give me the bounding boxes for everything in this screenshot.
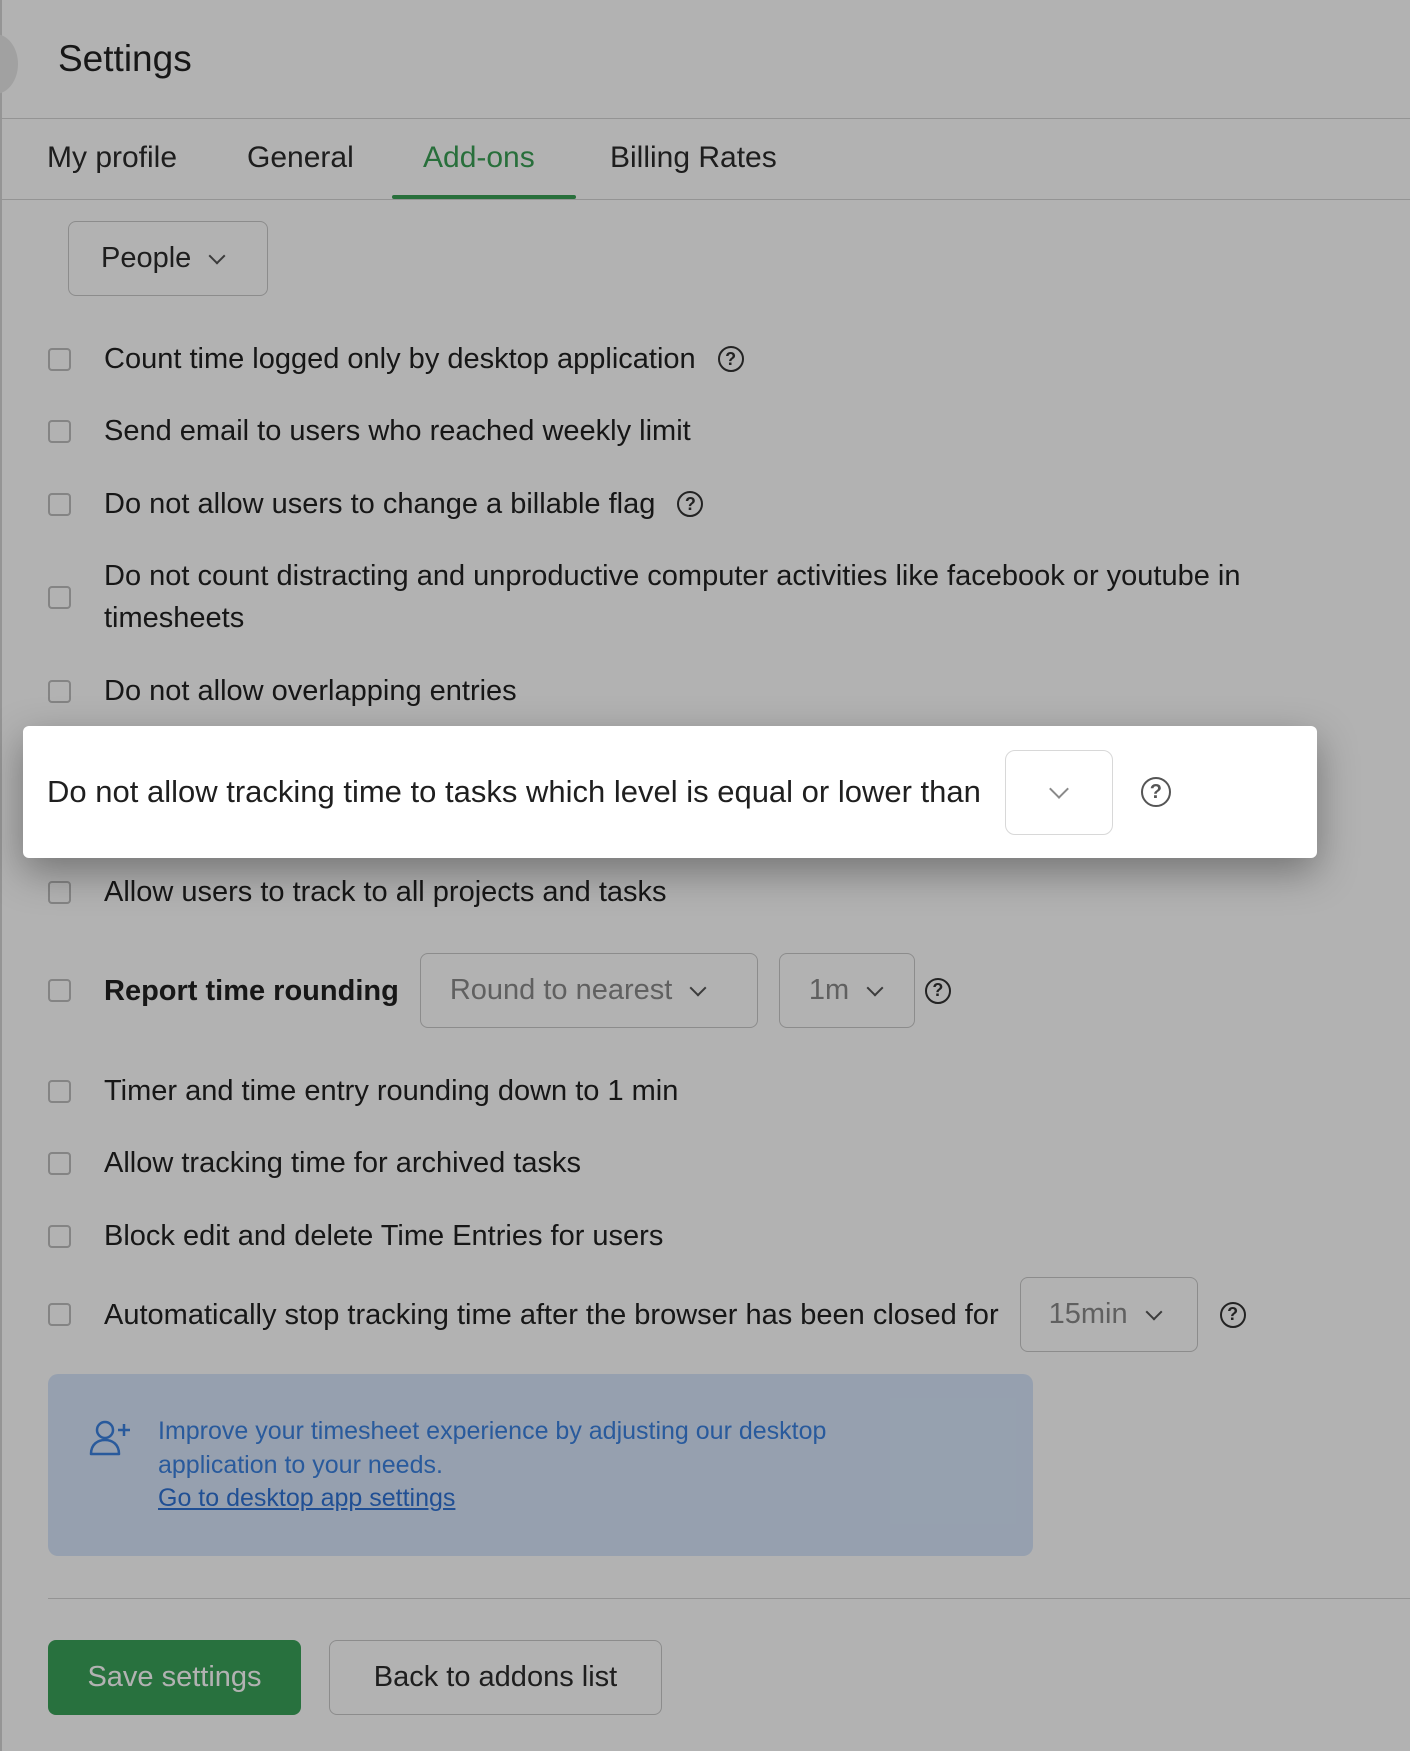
chevron-down-icon <box>866 979 884 996</box>
option-row-auto-stop: Automatically stop tracking time after t… <box>48 1277 1246 1352</box>
option-row-report-rounding: Report time rounding Round to nearest 1m… <box>48 953 951 1028</box>
tab-billing-rates[interactable]: Billing Rates <box>610 141 777 175</box>
save-settings-button[interactable]: Save settings <box>48 1640 301 1715</box>
info-text: Improve your timesheet experience by adj… <box>158 1417 827 1479</box>
task-level-option-label: Do not allow tracking time to tasks whic… <box>47 774 981 809</box>
option-row-weekly-limit-email: Send email to users who reached weekly l… <box>48 410 691 452</box>
scope-select-value: People <box>101 242 192 274</box>
option-label: Send email to users who reached weekly l… <box>104 415 691 447</box>
option-label: Do not allow users to change a billable … <box>104 488 656 520</box>
option-row-overlapping-entries: Do not allow overlapping entries <box>48 670 517 712</box>
chevron-down-icon <box>1048 779 1069 799</box>
option-checkbox[interactable] <box>48 419 71 443</box>
option-checkbox[interactable] <box>48 1079 71 1103</box>
option-label: Do not allow overlapping entries <box>104 675 517 707</box>
tab-my-profile[interactable]: My profile <box>47 141 177 175</box>
tab-general[interactable]: General <box>247 141 354 175</box>
option-row-billable-flag: Do not allow users to change a billable … <box>48 483 704 525</box>
sidebar-edge <box>0 0 2 1751</box>
tab-add-ons[interactable]: Add-ons <box>423 141 535 175</box>
option-row-archived-tasks: Allow tracking time for archived tasks <box>48 1142 581 1184</box>
tab-bar: My profile General Add-ons Billing Rates <box>0 119 1410 200</box>
option-checkbox[interactable] <box>48 585 71 609</box>
help-icon[interactable]: ? <box>677 491 704 517</box>
auto-stop-duration-select[interactable]: 15min <box>1019 1277 1198 1352</box>
chevron-down-icon <box>689 979 707 996</box>
option-checkbox[interactable] <box>48 880 71 904</box>
option-row-timer-rounding: Timer and time entry rounding down to 1 … <box>48 1070 678 1112</box>
settings-page: Settings My profile General Add-ons Bill… <box>0 0 1410 1751</box>
option-row-all-projects: Allow users to track to all projects and… <box>48 871 667 913</box>
option-checkbox[interactable] <box>48 492 71 516</box>
active-tab-indicator <box>392 195 576 199</box>
option-checkbox[interactable] <box>48 1303 71 1326</box>
option-label: Timer and time entry rounding down to 1 … <box>104 1075 679 1107</box>
rounding-step-value: 1m <box>808 974 850 1006</box>
user-plus-icon <box>89 1420 130 1456</box>
help-icon[interactable]: ? <box>717 346 744 372</box>
footer-divider <box>48 1598 1410 1599</box>
help-icon[interactable]: ? <box>924 977 951 1004</box>
option-label: Allow users to track to all projects and… <box>104 876 667 908</box>
option-label: Allow tracking time for archived tasks <box>104 1147 582 1179</box>
highlighted-option-card: Do not allow tracking time to tasks whic… <box>23 726 1317 858</box>
option-label: Report time rounding <box>104 974 399 1007</box>
option-checkbox[interactable] <box>48 1224 71 1248</box>
task-level-select[interactable] <box>1004 749 1113 835</box>
option-row-block-edit: Block edit and delete Time Entries for u… <box>48 1215 663 1257</box>
help-icon[interactable]: ? <box>1219 1301 1246 1328</box>
help-icon[interactable]: ? <box>1140 777 1171 807</box>
option-row-distracting-activities: Do not count distracting and unproductiv… <box>48 555 1348 639</box>
option-label: Do not count distracting and unproductiv… <box>104 560 1241 634</box>
page-title: Settings <box>58 38 192 79</box>
chevron-down-icon <box>1145 1303 1163 1320</box>
rounding-step-select[interactable]: 1m <box>778 953 915 1028</box>
option-checkbox[interactable] <box>48 347 71 371</box>
avatar[interactable] <box>0 34 18 94</box>
auto-stop-duration-value: 15min <box>1048 1298 1128 1330</box>
chevron-down-icon <box>208 247 226 264</box>
option-label: Automatically stop tracking time after t… <box>104 1298 999 1331</box>
scope-select[interactable]: People <box>68 221 268 296</box>
option-checkbox[interactable] <box>48 1151 71 1175</box>
rounding-mode-value: Round to nearest <box>449 974 673 1006</box>
desktop-app-info-box: Improve your timesheet experience by adj… <box>48 1374 1033 1556</box>
back-to-addons-button[interactable]: Back to addons list <box>329 1640 662 1715</box>
option-label: Count time logged only by desktop applic… <box>104 343 696 375</box>
rounding-mode-select[interactable]: Round to nearest <box>419 953 758 1028</box>
option-checkbox[interactable] <box>48 679 71 703</box>
option-checkbox[interactable] <box>48 979 71 1002</box>
desktop-app-settings-link[interactable]: Go to desktop app settings <box>158 1484 455 1513</box>
option-label: Block edit and delete Time Entries for u… <box>104 1220 664 1252</box>
option-row-desktop-only: Count time logged only by desktop applic… <box>48 338 744 380</box>
